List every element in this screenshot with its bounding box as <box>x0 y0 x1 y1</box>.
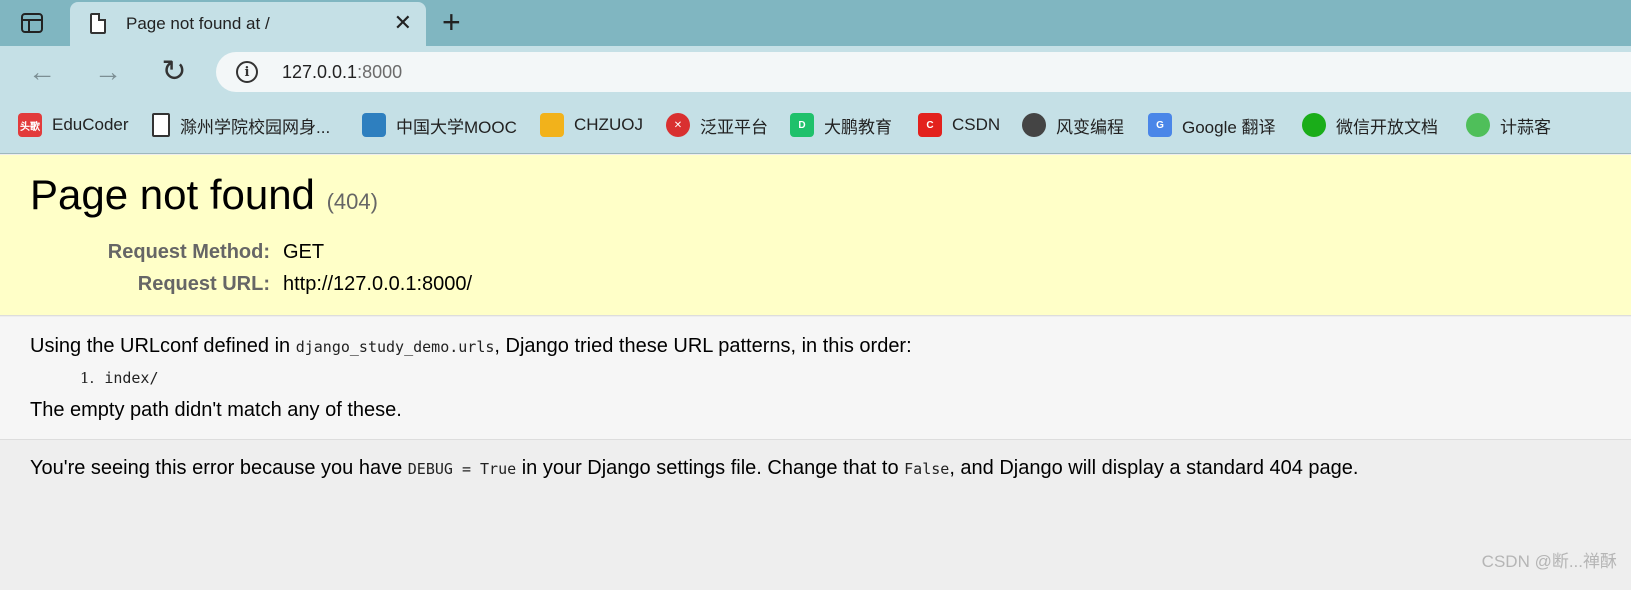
urlconf-description: Using the URLconf defined in django_stud… <box>30 335 912 358</box>
panda-icon <box>1022 113 1046 137</box>
dapeng-icon: D <box>790 113 814 137</box>
debug-mid: in your Django settings file. Change tha… <box>516 457 905 479</box>
debug-setting: DEBUG = True <box>407 460 517 478</box>
bookmark-item[interactable]: 中国大学MOOC <box>362 112 517 138</box>
request-method-value: GET <box>283 241 325 263</box>
bookmark-label: 泛亚平台 <box>700 117 768 137</box>
bookmark-item[interactable]: ✕ 泛亚平台 <box>666 112 768 138</box>
bookmark-label: CSDN <box>952 115 1001 134</box>
tab-actions-icon <box>21 13 43 33</box>
google-translate-icon: G <box>1148 113 1172 137</box>
bookmark-label: 滁州学院校园网身... <box>180 117 331 137</box>
watermark: CSDN @断...禅酥 <box>1481 552 1617 571</box>
page-title: Page not found (404) <box>30 171 378 219</box>
toutiao-icon: 头歌 <box>18 113 42 137</box>
fanya-icon: ✕ <box>666 113 690 137</box>
empty-path-message: The empty path didn't match any of these… <box>30 399 402 421</box>
bookmark-label: 大鹏教育 <box>824 117 892 137</box>
page-icon <box>90 13 106 34</box>
debug-false: False <box>904 460 950 478</box>
bookmark-item[interactable]: C CSDN <box>918 112 1000 138</box>
bookmark-label: Google 翻译 <box>1182 117 1276 137</box>
debug-explanation: You're seeing this error because you hav… <box>0 441 1631 590</box>
debug-message: You're seeing this error because you hav… <box>30 457 1358 480</box>
tab-title: Page not found at / <box>126 14 270 33</box>
status-code: (404) <box>326 189 378 214</box>
active-tab[interactable]: Page not found at / ✕ <box>70 2 426 46</box>
forward-button[interactable]: → <box>90 54 126 90</box>
address-bar[interactable]: i 127.0.0.1:8000 <box>216 52 1631 92</box>
page-title-text: Page not found <box>30 171 315 218</box>
urlconf-post: , Django tried these URL patterns, in th… <box>494 335 912 357</box>
urlconf-info: Using the URLconf defined in django_stud… <box>0 317 1631 440</box>
page-icon <box>152 113 170 137</box>
bookmark-label: 风变编程 <box>1056 117 1124 137</box>
urlconf-pre: Using the URLconf defined in <box>30 335 296 357</box>
jisuanke-icon <box>1466 113 1490 137</box>
new-tab-button[interactable]: + <box>442 6 461 38</box>
bookmark-item[interactable]: 滁州学院校园网身... <box>152 112 330 138</box>
bookmark-item[interactable]: 微信开放文档 <box>1302 112 1438 138</box>
url-pattern-number: 1. <box>80 369 95 387</box>
bookmark-item[interactable]: 头歌 EduCoder <box>18 112 129 138</box>
bookmark-item[interactable]: 计蒜客 <box>1466 112 1551 138</box>
csdn-icon: C <box>918 113 942 137</box>
request-url-value: http://127.0.0.1:8000/ <box>283 273 473 295</box>
url-host: 127.0.0.1 <box>282 62 358 82</box>
wechat-icon <box>1302 113 1326 137</box>
bookmark-label: 计蒜客 <box>1500 117 1551 137</box>
tab-strip: Page not found at / ✕ + <box>0 0 1631 46</box>
bookmark-item[interactable]: CHZUOJ <box>540 112 643 138</box>
bookmark-label: 中国大学MOOC <box>396 117 517 137</box>
bookmark-label: 微信开放文档 <box>1336 117 1438 137</box>
bookmark-label: EduCoder <box>52 115 129 134</box>
debug-pre: You're seeing this error because you hav… <box>30 457 408 479</box>
tab-actions-button[interactable] <box>18 10 46 36</box>
bookmark-label: CHZUOJ <box>574 115 643 134</box>
request-url-label: Request URL: <box>137 273 270 295</box>
navigation-toolbar: ← → ↻ i 127.0.0.1:8000 <box>0 46 1631 98</box>
site-info-icon[interactable]: i <box>236 61 258 83</box>
close-tab-icon[interactable]: ✕ <box>394 12 412 34</box>
url-pattern: index/ <box>104 369 159 387</box>
chzuoj-icon <box>540 113 564 137</box>
url-pattern-item: 1. index/ <box>80 369 159 387</box>
reload-button[interactable]: ↻ <box>156 54 192 90</box>
url-port: :8000 <box>357 62 403 82</box>
urlconf-module: django_study_demo.urls <box>295 338 495 356</box>
bookmark-item[interactable]: D 大鹏教育 <box>790 112 892 138</box>
bookmark-item[interactable]: G Google 翻译 <box>1148 112 1276 138</box>
back-button[interactable]: ← <box>24 54 60 90</box>
address-text[interactable]: 127.0.0.1:8000 <box>282 62 402 83</box>
debug-post: , and Django will display a standard 404… <box>949 457 1359 479</box>
request-method-label: Request Method: <box>107 241 270 263</box>
error-summary: Page not found (404) Request Method: GET… <box>0 155 1631 316</box>
bookmark-item[interactable]: 风变编程 <box>1022 112 1124 138</box>
mooc-icon <box>362 113 386 137</box>
bookmarks-bar: 头歌 EduCoder 滁州学院校园网身... 中国大学MOOC CHZUOJ ✕ 泛亚平台… <box>0 98 1631 154</box>
